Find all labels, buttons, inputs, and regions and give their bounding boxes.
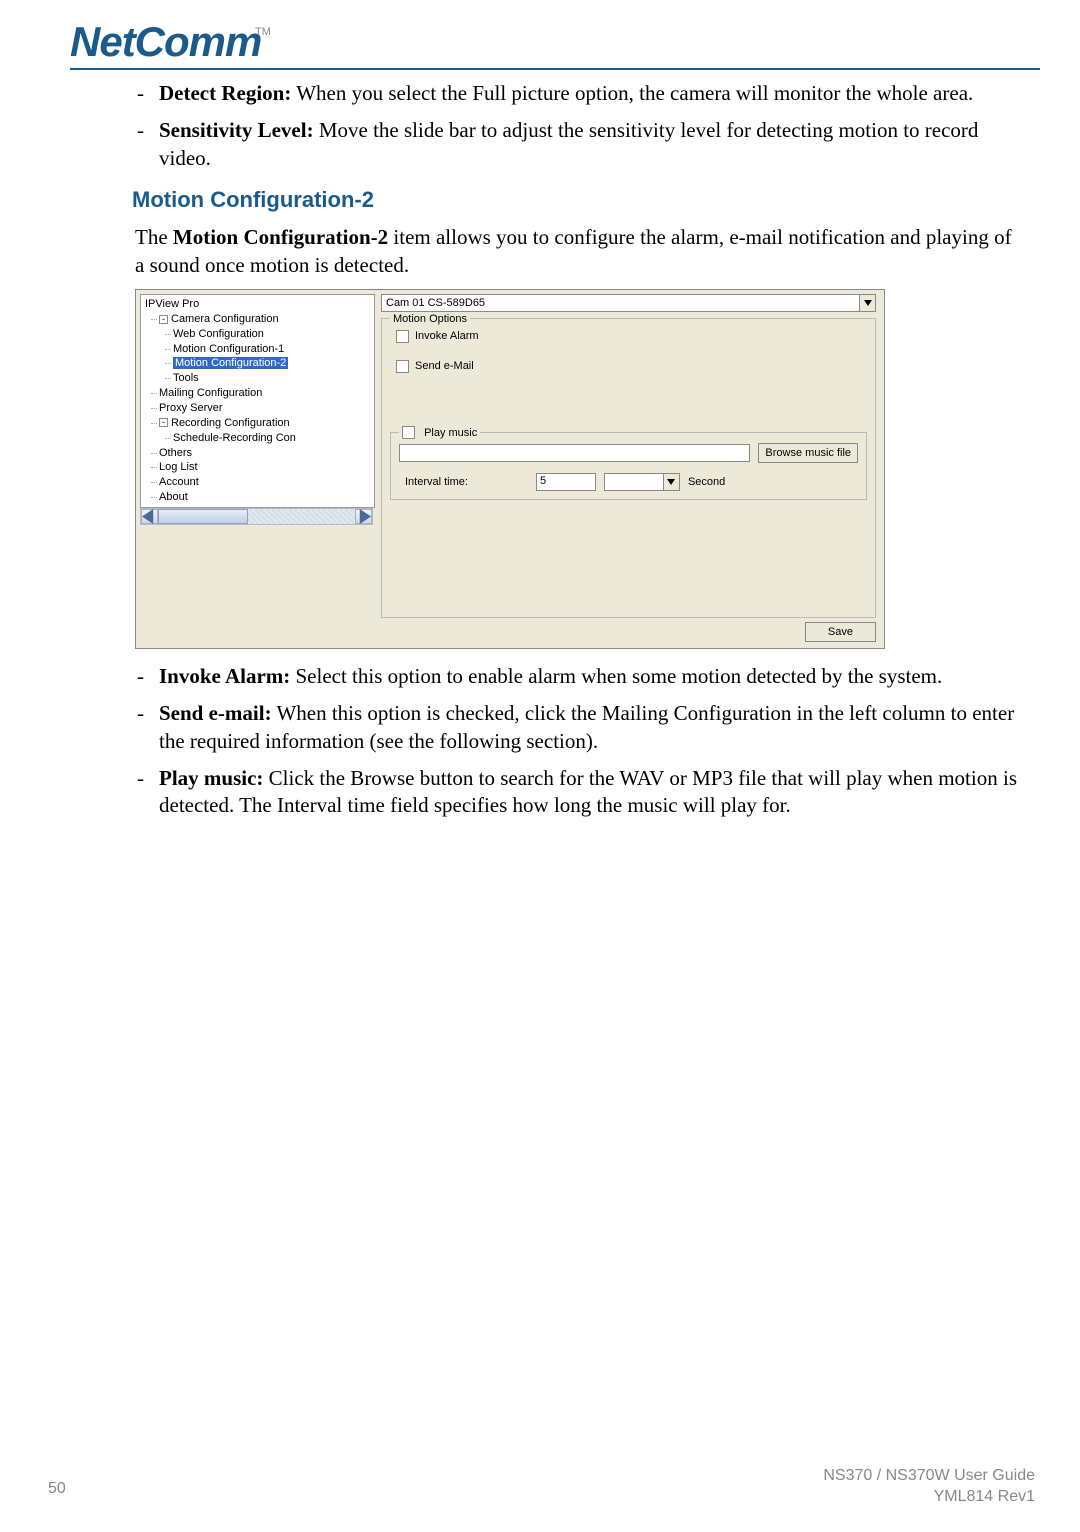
page-number: 50 <box>48 1480 66 1498</box>
invoke-alarm-label: Invoke Alarm <box>415 329 479 343</box>
bullet-text: Send e-mail: When this option is checked… <box>159 700 1020 755</box>
scroll-thumb[interactable] <box>158 509 248 524</box>
bullet-desc: When this option is checked, click the M… <box>159 701 1014 752</box>
bullet-term: Sensitivity Level: <box>159 118 314 142</box>
intro-pre: The <box>135 225 173 249</box>
page-content: - Detect Region: When you select the Ful… <box>135 80 1020 830</box>
dropdown-button[interactable] <box>860 294 876 312</box>
list-item: - Invoke Alarm: Select this option to en… <box>135 663 1020 690</box>
bullet-desc: Select this option to enable alarm when … <box>290 664 942 688</box>
tree-item-selected[interactable]: Motion Configuration-2 <box>145 356 370 371</box>
group-title: Motion Options <box>390 312 470 326</box>
config-window: IPView Pro -Camera Configuration Web Con… <box>135 289 885 649</box>
interval-label: Interval time: <box>405 475 468 489</box>
list-item: - Sensitivity Level: Move the slide bar … <box>135 117 1020 172</box>
play-music-group: Play music Browse music file Interval ti… <box>390 432 867 500</box>
footer-right: NS370 / NS370W User Guide YML814 Rev1 <box>823 1466 1035 1508</box>
second-label: Second <box>688 475 725 489</box>
save-button[interactable]: Save <box>805 622 876 642</box>
tree-item[interactable]: Web Configuration <box>145 327 370 342</box>
tree-item[interactable]: Proxy Server <box>145 401 370 416</box>
tree-item[interactable]: Log List <box>145 460 370 475</box>
bullet-term: Detect Region: <box>159 81 291 105</box>
interval-input[interactable]: 5 <box>536 473 596 491</box>
tree-root[interactable]: IPView Pro <box>145 297 370 312</box>
list-item: - Send e-mail: When this option is check… <box>135 700 1020 755</box>
list-item: - Detect Region: When you select the Ful… <box>135 80 1020 107</box>
scroll-left-button[interactable] <box>141 509 158 524</box>
footer-guide: NS370 / NS370W User Guide <box>823 1466 1035 1487</box>
header-rule <box>70 68 1040 70</box>
tree-item[interactable]: -Recording Configuration <box>145 416 370 431</box>
bullet-text: Invoke Alarm: Select this option to enab… <box>159 663 1020 690</box>
horizontal-scrollbar[interactable] <box>140 508 373 525</box>
logo-tm: TM <box>255 26 271 38</box>
bullet-text: Play music: Click the Browse button to s… <box>159 765 1020 820</box>
bullet-term: Invoke Alarm: <box>159 664 290 688</box>
bullet-desc: When you select the Full picture option,… <box>291 81 973 105</box>
send-email-label: Send e-Mail <box>415 359 474 373</box>
bullet-dash: - <box>135 663 159 690</box>
intro-bold: Motion Configuration-2 <box>173 225 388 249</box>
motion-options-group: Motion Options Invoke Alarm Send e-Mail … <box>381 318 876 618</box>
play-music-label: Play music <box>424 427 477 439</box>
send-email-row: Send e-Mail <box>390 359 867 373</box>
bullet-term: Send e-mail: <box>159 701 272 725</box>
tree-item[interactable]: Others <box>145 446 370 461</box>
chevron-down-icon <box>667 479 675 485</box>
tree-item[interactable]: Tools <box>145 371 370 386</box>
list-item: - Play music: Click the Browse button to… <box>135 765 1020 820</box>
footer-rev: YML814 Rev1 <box>823 1487 1035 1508</box>
bullet-dash: - <box>135 80 159 107</box>
bullet-dash: - <box>135 765 159 820</box>
bullet-desc: Click the Browse button to search for th… <box>159 766 1017 817</box>
tree-item[interactable]: Account <box>145 475 370 490</box>
invoke-alarm-row: Invoke Alarm <box>390 329 867 343</box>
tree-item[interactable]: About <box>145 490 370 505</box>
send-email-checkbox[interactable] <box>396 360 409 373</box>
bullet-text: Detect Region: When you select the Full … <box>159 80 1020 107</box>
tree-item[interactable]: -Camera Configuration <box>145 312 370 327</box>
browse-button[interactable]: Browse music file <box>758 443 858 463</box>
intro-paragraph: The Motion Configuration-2 item allows y… <box>135 224 1020 279</box>
bullet-dash: - <box>135 700 159 755</box>
section-heading: Motion Configuration-2 <box>132 186 1020 215</box>
bullet-text: Sensitivity Level: Move the slide bar to… <box>159 117 1020 172</box>
interval-unit-select[interactable] <box>604 473 664 491</box>
tree-item[interactable]: Motion Configuration-1 <box>145 342 370 357</box>
scroll-right-button[interactable] <box>355 509 372 524</box>
bullet-dash: - <box>135 117 159 172</box>
play-music-title: Play music <box>399 426 480 440</box>
config-panel: Cam 01 CS-589D65 Motion Options Invoke A… <box>377 290 884 648</box>
logo-text: NetComm <box>70 18 261 66</box>
music-file-path[interactable] <box>399 444 750 462</box>
tree-item[interactable]: Mailing Configuration <box>145 386 370 401</box>
collapse-icon[interactable]: - <box>159 315 168 324</box>
tree-item[interactable]: Schedule-Recording Con <box>145 431 370 446</box>
tree-panel: IPView Pro -Camera Configuration Web Con… <box>140 294 375 508</box>
collapse-icon[interactable]: - <box>159 418 168 427</box>
dropdown-button[interactable] <box>664 473 680 491</box>
chevron-down-icon <box>864 300 872 306</box>
invoke-alarm-checkbox[interactable] <box>396 330 409 343</box>
scroll-track[interactable] <box>158 509 355 524</box>
play-music-checkbox[interactable] <box>402 426 415 439</box>
bullet-term: Play music: <box>159 766 263 790</box>
camera-select[interactable]: Cam 01 CS-589D65 <box>381 294 860 312</box>
